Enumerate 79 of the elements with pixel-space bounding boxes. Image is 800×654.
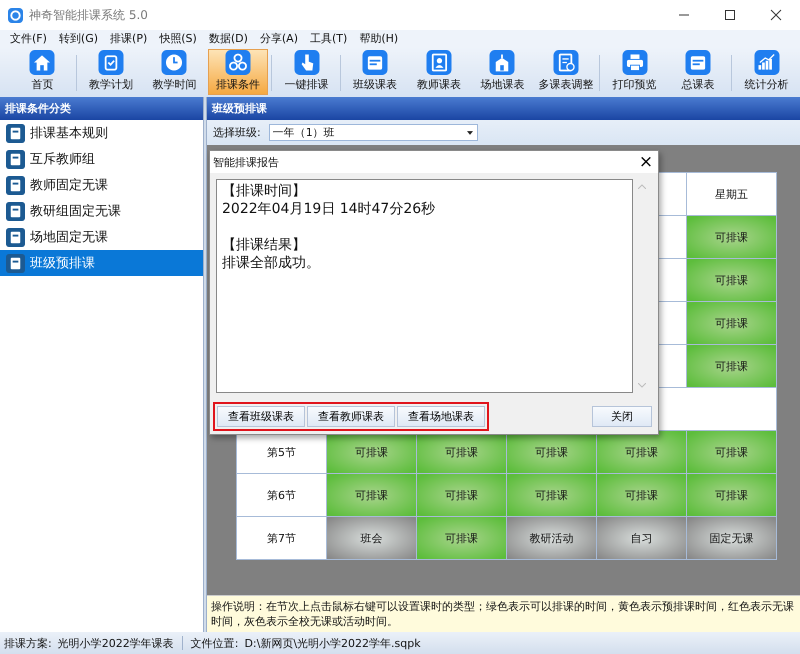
panel-header: 班级预排课 bbox=[207, 97, 800, 120]
cubes-icon bbox=[225, 50, 252, 75]
toolbar-button[interactable]: 班级课表 bbox=[344, 49, 406, 95]
dialog-title: 智能排课报告 bbox=[213, 154, 279, 170]
menu-item[interactable]: 工具(T) bbox=[306, 30, 352, 46]
sidebar-item[interactable]: 教师固定无课 bbox=[0, 172, 203, 198]
toolbar-button[interactable]: 首页 bbox=[12, 49, 73, 95]
toolbar-button[interactable]: 教学计划 bbox=[80, 49, 142, 95]
timetable-cell[interactable]: 可排课 bbox=[506, 474, 596, 516]
report-text: 2022年04月19日 14时47分26秒 bbox=[222, 200, 436, 218]
close-icon[interactable] bbox=[770, 9, 782, 21]
view-button[interactable]: 查看教师课表 bbox=[307, 406, 395, 427]
period-label: 第6节 bbox=[267, 488, 296, 502]
home-icon bbox=[29, 50, 56, 75]
menu-item[interactable]: 分享(A) bbox=[256, 30, 302, 46]
timetable-cell[interactable]: 可排课 bbox=[596, 430, 686, 474]
menu-item[interactable]: 数据(D) bbox=[204, 30, 252, 46]
menu-item[interactable]: 排课(P) bbox=[106, 30, 152, 46]
close-button[interactable]: 关闭 bbox=[592, 406, 652, 427]
app-logo-icon bbox=[8, 8, 23, 22]
contact-card-icon bbox=[426, 50, 452, 75]
timetable-cell[interactable]: 自习 bbox=[596, 516, 686, 560]
period-label: 第7节 bbox=[267, 532, 296, 544]
close-button[interactable]: × bbox=[634, 151, 658, 173]
panel-header: 排课条件分类 bbox=[0, 97, 203, 120]
menu-item[interactable]: 帮助(H) bbox=[355, 30, 402, 46]
status-value: 光明小学2022学年课表 bbox=[58, 636, 174, 650]
timetable-cell[interactable]: 可排课 bbox=[416, 516, 506, 560]
view-button[interactable]: 查看班级课表 bbox=[217, 406, 305, 427]
timetable-cell[interactable]: 可排课 bbox=[326, 474, 416, 516]
maximize-icon[interactable] bbox=[724, 9, 736, 21]
document-icon bbox=[552, 50, 579, 75]
toolbar-button[interactable]: 教师课表 bbox=[408, 49, 470, 95]
toolbar-button[interactable]: 打印预览 bbox=[604, 49, 665, 95]
class-dropdown[interactable]: 一年（1）班 bbox=[268, 124, 478, 141]
status-label: 排课方案: bbox=[4, 636, 52, 650]
toolbar-button[interactable]: 一键排课 bbox=[276, 49, 337, 95]
timetable-cell[interactable]: 可排课 bbox=[686, 344, 776, 388]
timetable-cell[interactable]: 可排课 bbox=[686, 474, 776, 516]
printer-icon bbox=[622, 50, 648, 75]
clock-icon bbox=[161, 50, 188, 75]
building-icon bbox=[489, 50, 516, 75]
sidebar-item[interactable]: 场地固定无课 bbox=[0, 224, 203, 250]
sidebar-item[interactable]: 班级预排课 bbox=[0, 250, 203, 276]
timetable-cell[interactable]: 可排课 bbox=[686, 430, 776, 474]
sidebar-item[interactable]: 教研组固定无课 bbox=[0, 198, 203, 224]
period-label: 第5节 bbox=[267, 446, 296, 458]
timetable-cell[interactable]: 固定无课 bbox=[686, 516, 776, 560]
hand-icon bbox=[294, 50, 320, 75]
timetable-cell[interactable]: 可排课 bbox=[416, 474, 506, 516]
menu-item[interactable]: 快照(S) bbox=[155, 30, 201, 46]
toolbar-button[interactable]: 总课表 bbox=[668, 49, 728, 95]
instructions-text: 操作说明：在节次上点击鼠标右键可以设置课时的类型；绿色表示可以排课的时间，黄色表示预排课时间，红色表示无课时间，灰色表示全校无课或活动时间。 bbox=[207, 595, 800, 632]
timetable-cell[interactable]: 班会 bbox=[326, 516, 416, 560]
report-heading: 【排课时间】 bbox=[222, 182, 307, 200]
caret-icon bbox=[466, 130, 473, 134]
menu-item[interactable]: 转到(G) bbox=[54, 30, 102, 46]
toolbar-button[interactable]: 场地课表 bbox=[472, 49, 533, 95]
column-header: 星期五 bbox=[715, 188, 748, 200]
toolbar-button[interactable]: 排课条件 bbox=[208, 49, 268, 95]
toolbar-button[interactable]: 多课表调整 bbox=[536, 49, 596, 95]
toolbar-button[interactable]: 教学时间 bbox=[144, 49, 205, 95]
timetable-cell[interactable]: 可排课 bbox=[596, 474, 686, 516]
report-heading: 【排课结果】 bbox=[222, 236, 307, 254]
toolbar-button[interactable]: 统计分析 bbox=[736, 49, 797, 95]
timetable-cell[interactable]: 可排课 bbox=[686, 302, 776, 344]
timetable-cell[interactable]: 教研活动 bbox=[506, 516, 596, 560]
view-button[interactable]: 查看场地课表 bbox=[397, 406, 485, 427]
status-label: 文件位置: bbox=[190, 636, 238, 650]
chart-icon bbox=[754, 50, 780, 75]
class-label: 选择班级: bbox=[213, 125, 261, 140]
timetable-cell[interactable]: 可排课 bbox=[686, 258, 776, 302]
sidebar-item[interactable]: 互斥教师组 bbox=[0, 146, 203, 172]
menu-item[interactable]: 文件(F) bbox=[6, 30, 51, 46]
status-value: D:\新网页\光明小学2022学年.sqpk bbox=[244, 636, 421, 650]
sidebar-item[interactable]: 排课基本规则 bbox=[0, 120, 203, 146]
timetable-cell[interactable]: 可排课 bbox=[686, 216, 776, 258]
window-title: 神奇智能排课系统 5.0 bbox=[29, 6, 148, 24]
report-text: 排课全部成功。 bbox=[222, 254, 321, 272]
